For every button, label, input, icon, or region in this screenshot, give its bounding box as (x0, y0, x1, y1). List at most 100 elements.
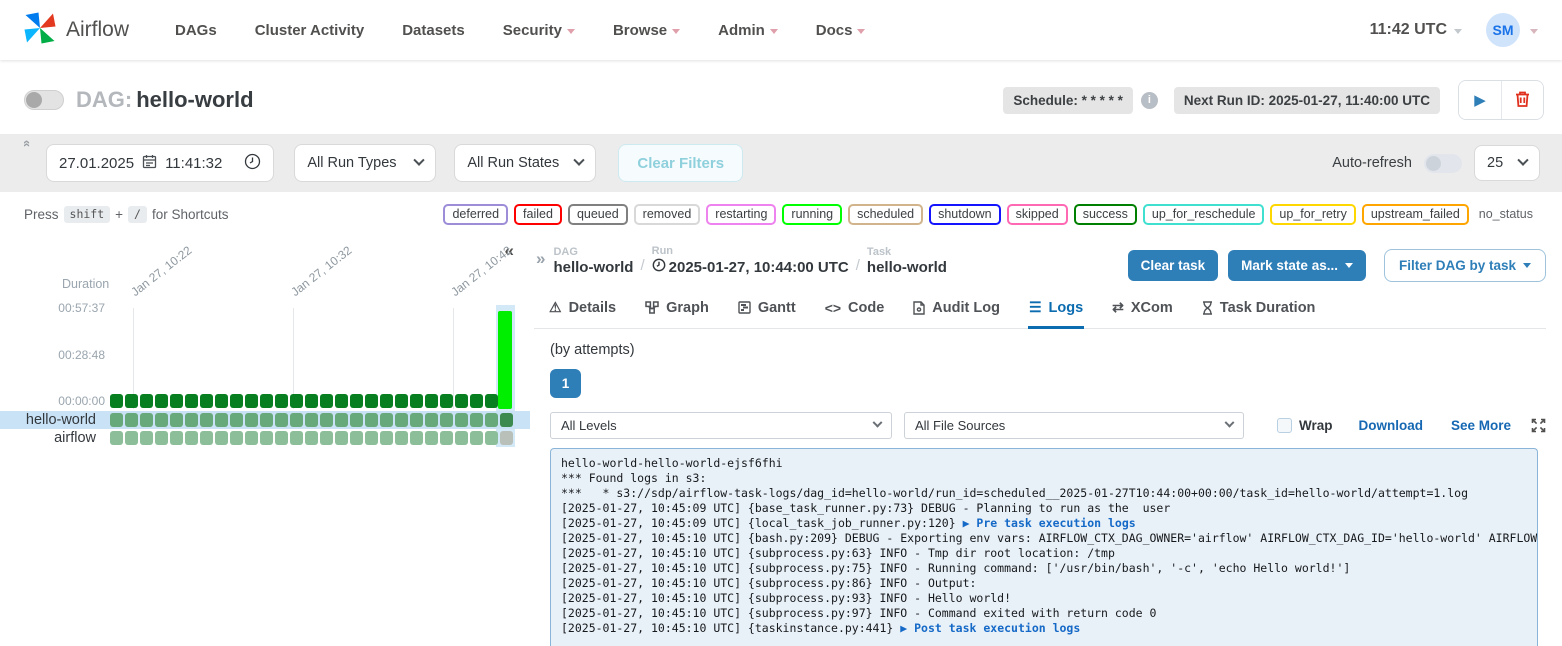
task-instance-square-selected[interactable] (500, 431, 513, 445)
state-badge-up-for-retry[interactable]: up_for_retry (1270, 204, 1355, 225)
task-instance-square[interactable] (350, 431, 363, 445)
task-instance-square[interactable] (245, 431, 258, 445)
task-instance-square[interactable] (125, 431, 138, 445)
task-instance-square[interactable] (335, 431, 348, 445)
breadcrumb-item-task[interactable]: Taskhello-world (867, 246, 947, 276)
task-instance-square[interactable] (170, 413, 183, 427)
delete-dag-button[interactable] (1501, 81, 1543, 119)
task-instance-square[interactable] (140, 431, 153, 445)
state-badge-failed[interactable]: failed (514, 204, 562, 225)
state-badge-success[interactable]: success (1074, 204, 1137, 225)
task-instance-square[interactable] (410, 413, 423, 427)
nav-item-datasets[interactable]: Datasets (402, 22, 465, 39)
task-instance-square[interactable] (485, 431, 498, 445)
airflow-brand[interactable]: Airflow (22, 10, 129, 51)
tab-audit-log[interactable]: Audit Log (912, 295, 1001, 329)
task-instance-square[interactable] (455, 413, 468, 427)
task-instance-square[interactable] (365, 431, 378, 445)
task-instance-square[interactable] (185, 431, 198, 445)
tab-gantt[interactable]: Gantt (737, 295, 797, 329)
task-instance-square[interactable] (200, 431, 213, 445)
task-instance-square[interactable] (230, 431, 243, 445)
clear-filters-button[interactable]: Clear Filters (618, 144, 743, 182)
state-badge-scheduled[interactable]: scheduled (848, 204, 923, 225)
task-instance-square[interactable] (305, 431, 318, 445)
state-badge-running[interactable]: running (782, 204, 842, 225)
task-instance-square[interactable] (200, 394, 213, 408)
task-instance-square[interactable] (350, 413, 363, 427)
tab-task-duration[interactable]: Task Duration (1201, 295, 1317, 329)
task-row-label[interactable]: hello-world (0, 412, 104, 428)
task-instance-square[interactable] (185, 394, 198, 408)
task-instance-square[interactable] (260, 431, 273, 445)
wrap-checkbox[interactable] (1277, 418, 1292, 433)
task-instance-square[interactable] (200, 413, 213, 427)
page-size-select[interactable]: 25 (1474, 145, 1540, 181)
state-badge-queued[interactable]: queued (568, 204, 628, 225)
task-instance-square[interactable] (455, 394, 468, 408)
task-instance-square[interactable] (260, 394, 273, 408)
caret-down-icon[interactable] (1530, 29, 1538, 34)
task-instance-square[interactable] (440, 431, 453, 445)
task-instance-square[interactable] (155, 431, 168, 445)
see-more-link[interactable]: See More (1451, 418, 1511, 433)
task-instance-square[interactable] (380, 394, 393, 408)
timezone-selector[interactable]: 11:42 UTC (1370, 21, 1462, 39)
dag-pause-toggle[interactable] (24, 90, 64, 110)
task-instance-square[interactable] (425, 394, 438, 408)
task-instance-square[interactable] (335, 413, 348, 427)
task-instance-square[interactable] (110, 413, 123, 427)
task-instance-square[interactable] (320, 413, 333, 427)
attempt-1-button[interactable]: 1 (550, 369, 581, 398)
task-instance-square[interactable] (140, 413, 153, 427)
nav-item-docs[interactable]: Docs (816, 22, 866, 39)
breadcrumb-item-run[interactable]: Run2025-01-27, 10:44:00 UTC (652, 245, 849, 276)
breadcrumb-item-dag[interactable]: DAGhello-world (553, 246, 633, 276)
tab-xcom[interactable]: ⇄XCom (1111, 295, 1174, 329)
task-instance-square[interactable] (320, 394, 333, 408)
task-instance-square[interactable] (395, 431, 408, 445)
state-badge-shutdown[interactable]: shutdown (929, 204, 1001, 225)
tab-details[interactable]: ⚠Details (548, 295, 617, 329)
task-instance-square[interactable] (425, 431, 438, 445)
task-instance-square[interactable] (185, 413, 198, 427)
task-instance-square[interactable] (215, 431, 228, 445)
info-icon[interactable]: i (1141, 92, 1158, 109)
task-instance-square[interactable] (485, 413, 498, 427)
task-instance-square[interactable] (290, 394, 303, 408)
task-instance-square[interactable] (425, 413, 438, 427)
nav-item-dags[interactable]: DAGs (175, 22, 217, 39)
task-instance-square[interactable] (215, 394, 228, 408)
task-instance-square[interactable] (110, 394, 123, 408)
task-instance-square[interactable] (260, 413, 273, 427)
download-link[interactable]: Download (1358, 418, 1423, 433)
log-fold-link[interactable]: ▶ Post task execution logs (900, 621, 1080, 635)
task-instance-square[interactable] (110, 431, 123, 445)
avatar[interactable]: SM (1486, 13, 1520, 47)
task-instance-square[interactable] (365, 394, 378, 408)
nav-item-cluster-activity[interactable]: Cluster Activity (255, 22, 364, 39)
task-instance-square[interactable] (440, 394, 453, 408)
state-badge-up-for-reschedule[interactable]: up_for_reschedule (1143, 204, 1265, 225)
task-instance-square[interactable] (305, 394, 318, 408)
task-instance-square[interactable] (380, 413, 393, 427)
task-instance-square[interactable] (365, 413, 378, 427)
run-states-select[interactable]: All Run States (454, 144, 596, 182)
task-instance-square[interactable] (395, 394, 408, 408)
task-instance-square[interactable] (320, 431, 333, 445)
task-instance-square[interactable] (140, 394, 153, 408)
collapse-filters-icon[interactable]: « (20, 140, 35, 147)
base-date-input[interactable]: 27.01.2025 11:41:32 (46, 144, 274, 182)
task-instance-square[interactable] (125, 413, 138, 427)
state-badge-restarting[interactable]: restarting (706, 204, 776, 225)
auto-refresh-toggle[interactable] (1424, 154, 1462, 173)
task-instance-square[interactable] (275, 413, 288, 427)
log-fold-link[interactable]: ▶ Pre task execution logs (963, 516, 1136, 530)
task-instance-square[interactable] (170, 431, 183, 445)
task-instance-square[interactable] (470, 431, 483, 445)
task-instance-square[interactable] (125, 394, 138, 408)
tab-code[interactable]: <>Code (824, 295, 886, 329)
tab-logs[interactable]: ☰Logs (1028, 295, 1084, 329)
task-instance-square[interactable] (470, 394, 483, 408)
file-source-select[interactable]: All File Sources (904, 412, 1244, 439)
